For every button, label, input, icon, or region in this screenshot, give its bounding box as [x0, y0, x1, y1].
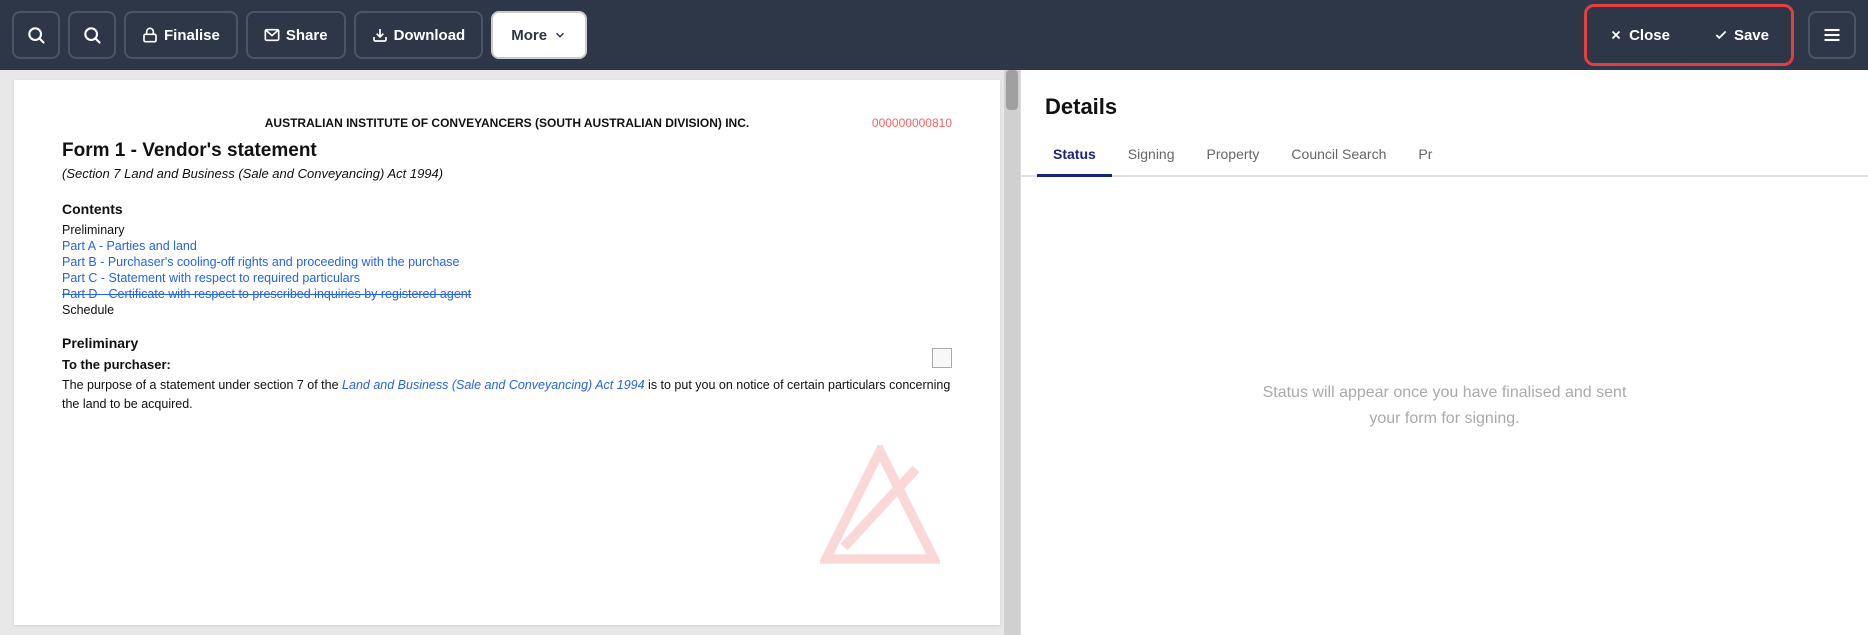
check-icon	[1714, 28, 1728, 42]
doc-body-link[interactable]: Land and Business (Sale and Conveyancing…	[342, 378, 645, 392]
doc-preliminary-title: Preliminary	[62, 335, 952, 351]
watermark	[820, 445, 940, 565]
search-btn-2[interactable]	[68, 11, 116, 59]
doc-purchaser-label: To the purchaser:	[62, 357, 952, 372]
scrollbar-track[interactable]	[1004, 70, 1020, 635]
tab-property[interactable]: Property	[1191, 136, 1276, 177]
doc-contents-preliminary: Preliminary	[62, 223, 952, 237]
search-btn-1[interactable]	[12, 11, 60, 59]
doc-title: Form 1 - Vendor's statement	[62, 140, 952, 162]
document-panel: AUSTRALIAN INSTITUTE OF CONVEYANCERS (SO…	[0, 70, 1020, 635]
toolbar: Finalise Share Download More Close	[0, 0, 1868, 70]
doc-institute-header: AUSTRALIAN INSTITUTE OF CONVEYANCERS (SO…	[62, 116, 952, 130]
details-tabs: Status Signing Property Council Search P…	[1021, 136, 1868, 177]
doc-subtitle: (Section 7 Land and Business (Sale and C…	[62, 166, 952, 181]
status-message: Status will appear once you have finalis…	[1263, 380, 1627, 431]
finalise-button[interactable]: Finalise	[124, 11, 238, 59]
doc-contents-part-b[interactable]: Part B - Purchaser's cooling-off rights …	[62, 255, 952, 269]
share-button[interactable]: Share	[246, 11, 346, 59]
lock-icon	[142, 27, 158, 43]
doc-checkbox-part-d[interactable]	[932, 348, 952, 368]
doc-ref-number: 000000000810	[872, 116, 952, 130]
tab-status[interactable]: Status	[1037, 136, 1112, 177]
download-icon	[372, 27, 388, 43]
main-area: AUSTRALIAN INSTITUTE OF CONVEYANCERS (SO…	[0, 70, 1868, 635]
doc-body-text: The purpose of a statement under section…	[62, 376, 952, 414]
tab-partial[interactable]: Pr	[1402, 136, 1442, 177]
hamburger-icon	[1822, 25, 1842, 45]
details-content: Status will appear once you have finalis…	[1021, 177, 1868, 635]
search-icon-1	[26, 25, 46, 45]
download-button[interactable]: Download	[354, 11, 484, 59]
tab-signing[interactable]: Signing	[1112, 136, 1191, 177]
scrollbar-thumb[interactable]	[1006, 70, 1018, 110]
doc-contents-part-c[interactable]: Part C - Statement with respect to requi…	[62, 271, 952, 285]
save-close-group: Close Save	[1584, 4, 1794, 66]
save-button[interactable]: Save	[1696, 11, 1787, 59]
close-button[interactable]: Close	[1591, 11, 1688, 59]
document-page: AUSTRALIAN INSTITUTE OF CONVEYANCERS (SO…	[14, 80, 1000, 625]
doc-contents-part-d[interactable]: Part D - Certificate with respect to pre…	[62, 287, 952, 301]
details-title: Details	[1021, 70, 1868, 120]
details-panel: Details Status Signing Property Council …	[1020, 70, 1868, 635]
doc-contents-title: Contents	[62, 201, 952, 217]
doc-contents-part-a[interactable]: Part A - Parties and land	[62, 239, 952, 253]
doc-body-text-1: The purpose of a statement under section…	[62, 378, 342, 392]
doc-contents-schedule: Schedule	[62, 303, 952, 317]
tab-council-search[interactable]: Council Search	[1275, 136, 1402, 177]
x-icon	[1609, 28, 1623, 42]
search-icon-2	[82, 25, 102, 45]
chevron-down-icon	[553, 28, 567, 42]
menu-button[interactable]	[1808, 11, 1856, 59]
envelope-icon	[264, 27, 280, 43]
more-button[interactable]: More	[491, 11, 587, 59]
